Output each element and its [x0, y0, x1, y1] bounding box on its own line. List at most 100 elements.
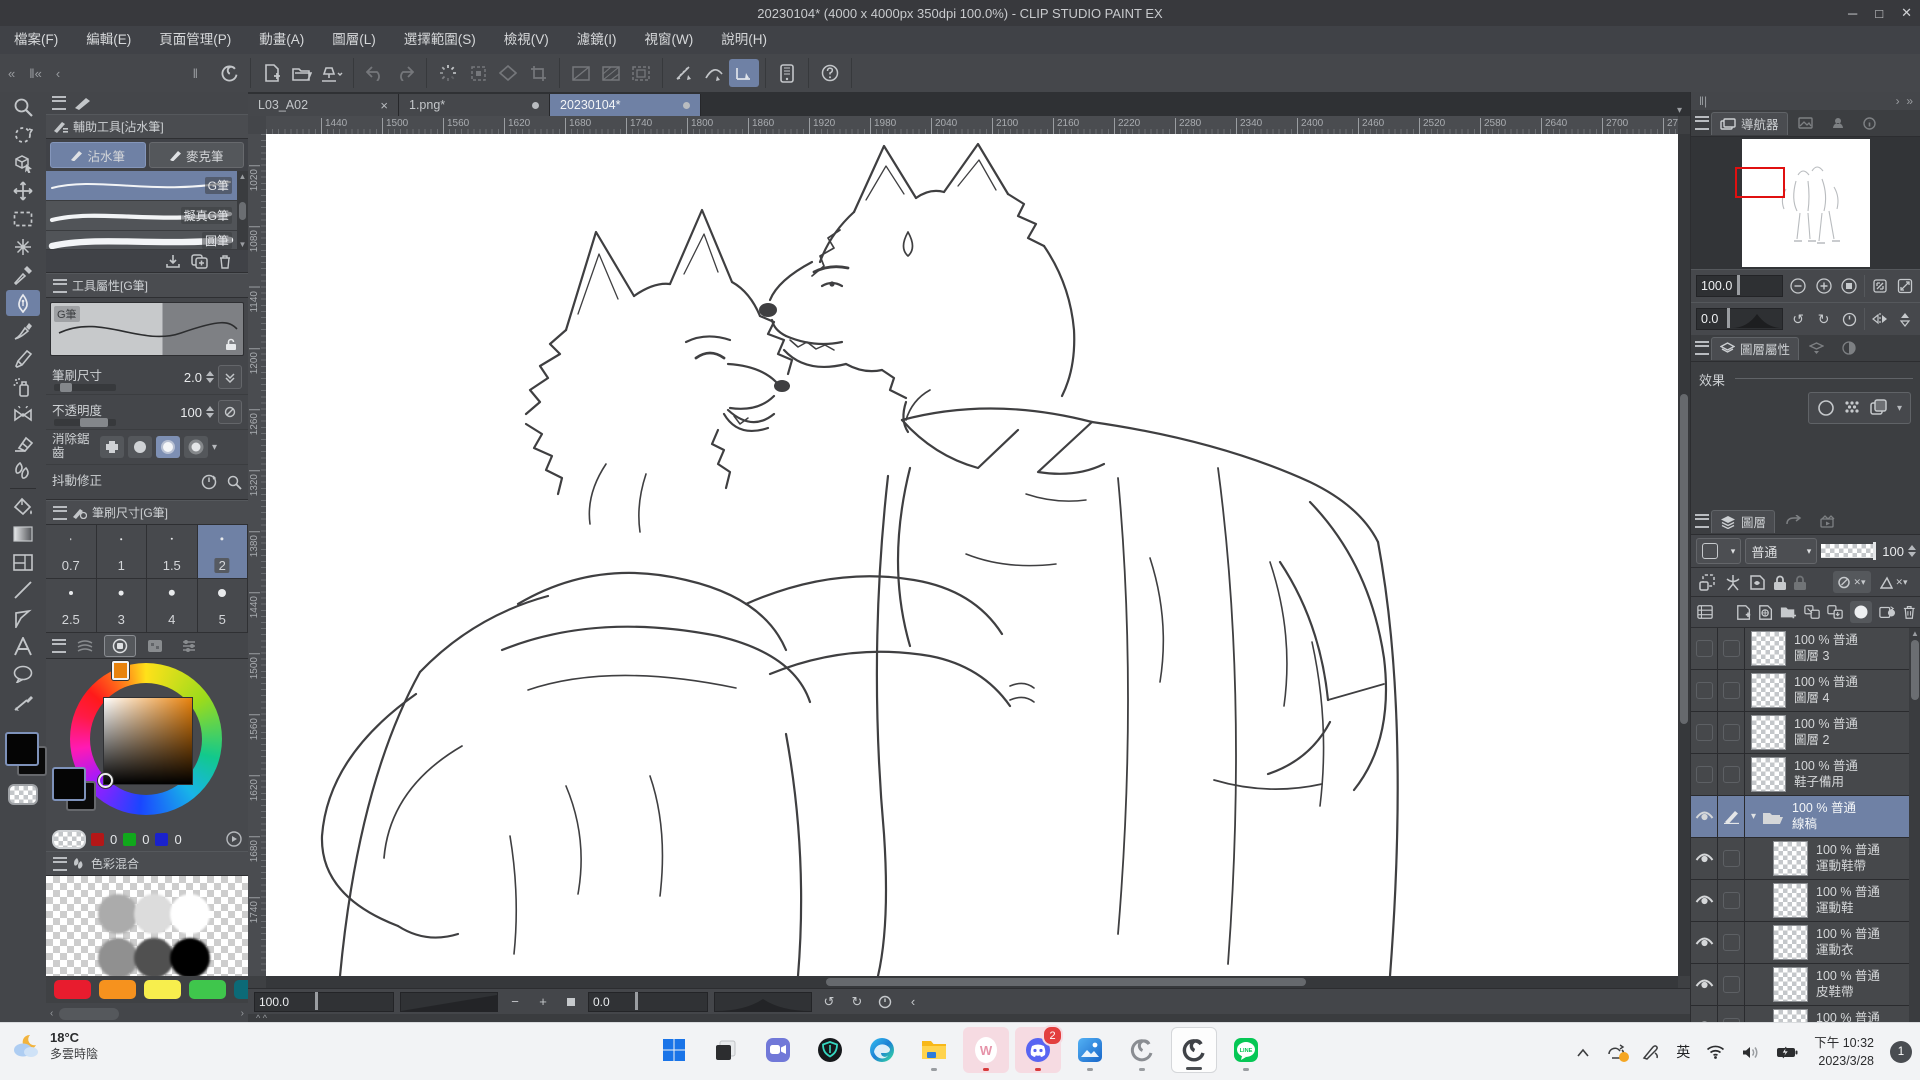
titlebar[interactable]: 20230104* (4000 x 4000px 350dpi 100.0%) … [0, 0, 1920, 26]
layer-edit-cell[interactable] [1718, 922, 1745, 963]
snap-special-button[interactable] [729, 59, 759, 87]
snap-curve-button[interactable] [699, 59, 729, 87]
move-tool[interactable] [6, 178, 40, 204]
transparent-color-swatch[interactable] [8, 784, 38, 805]
layer-visibility-cell[interactable] [1691, 796, 1718, 837]
rotate-cw-icon[interactable]: ↻ [846, 992, 868, 1012]
brush-size-option[interactable]: 4 [147, 579, 198, 633]
horizontal-scrollbar[interactable] [266, 976, 1678, 988]
visibility-checkbox[interactable] [1696, 724, 1713, 741]
brush-size-spinner[interactable] [206, 371, 214, 383]
layer-visibility-cell[interactable] [1691, 1006, 1718, 1022]
brush-stroke-preview[interactable]: G筆 [50, 302, 244, 356]
color-history-tab[interactable] [70, 636, 100, 656]
tone-effect-icon[interactable] [1843, 399, 1861, 417]
color-slider-tab[interactable] [174, 636, 204, 656]
nav-fit-screen-icon[interactable] [1894, 274, 1916, 298]
mesh-button[interactable] [493, 59, 523, 87]
tab-edit-history-icon[interactable] [1777, 510, 1810, 532]
tab-item-bank-icon[interactable] [1823, 112, 1853, 134]
panel-collapse-controls[interactable]: «‖«‹‖ [0, 66, 208, 81]
new-raster-layer-icon[interactable] [1736, 604, 1751, 621]
zoom-input[interactable]: 100.0 [254, 992, 394, 1012]
draft-checkbox[interactable] [1723, 766, 1740, 783]
mix-color-blob[interactable] [98, 894, 138, 934]
visibility-checkbox[interactable] [1696, 682, 1713, 699]
layer-row[interactable]: 100 % 普通鞋子備用 [1691, 754, 1920, 796]
import-subtool-icon[interactable] [165, 254, 181, 269]
layer-edit-cell[interactable] [1718, 712, 1745, 753]
scroll-right-icon[interactable]: › [241, 1008, 244, 1019]
brush-size-slider[interactable] [54, 384, 116, 391]
wifi-icon[interactable] [1706, 1045, 1725, 1059]
layer-thumbnail[interactable] [1773, 841, 1808, 876]
nav-zoom-in-icon[interactable] [1813, 274, 1835, 298]
eraser-tool[interactable] [6, 430, 40, 456]
tab-subview-icon[interactable] [1790, 112, 1821, 134]
nav-rotate-cw-icon[interactable]: ↻ [1813, 307, 1835, 331]
border-effect-icon[interactable] [1817, 399, 1835, 417]
panel-menu-icon[interactable] [53, 506, 67, 520]
antialias-expand-icon[interactable]: ▾ [212, 442, 217, 453]
hue-marker[interactable] [112, 661, 129, 680]
layer-scrollbar[interactable]: ▲ ▼ [1909, 628, 1920, 1022]
onion-skin-icon[interactable] [1724, 574, 1742, 591]
create-layer-mask-icon[interactable] [1850, 601, 1871, 623]
pen-settings-icon[interactable] [1642, 1044, 1660, 1060]
layer-edit-cell[interactable] [1718, 754, 1745, 795]
menu-item[interactable]: 說明(H) [707, 26, 781, 54]
redo-button[interactable] [390, 59, 420, 87]
rgb-G-swatch[interactable] [123, 833, 136, 846]
layer-thumbnail[interactable] [1751, 757, 1786, 792]
layer-visibility-cell[interactable] [1691, 838, 1718, 879]
polyline-tool[interactable] [6, 605, 40, 631]
brush-size-option[interactable]: 2.5 [46, 579, 97, 633]
menu-item[interactable]: 圖層(L) [318, 26, 390, 54]
blend-tool[interactable] [6, 458, 40, 484]
navigator-view-rectangle[interactable] [1735, 167, 1785, 198]
search-settings-icon[interactable] [227, 475, 242, 490]
transfer-to-layer-icon[interactable] [1804, 604, 1820, 620]
panel-menu-icon[interactable] [52, 96, 66, 110]
minimize-button[interactable]: ─ [1848, 6, 1857, 21]
taskbar-app-start[interactable] [651, 1027, 697, 1073]
antialias-none-option[interactable] [100, 436, 124, 458]
layer-thumbnail[interactable] [1751, 673, 1786, 708]
marquee-tool[interactable] [6, 206, 40, 232]
taskbar-app-line[interactable]: LINE [1223, 1027, 1269, 1073]
tab-information-icon[interactable] [1855, 112, 1884, 134]
draft-checkbox[interactable] [1723, 640, 1740, 657]
main-color-swatch[interactable] [52, 767, 86, 801]
collapse-status-icon[interactable]: ‹ [902, 992, 924, 1012]
layer-visibility-cell[interactable] [1691, 880, 1718, 921]
volume-icon[interactable] [1741, 1045, 1760, 1060]
select-2-button[interactable] [596, 59, 626, 87]
lock-alpha-icon[interactable] [1793, 574, 1807, 591]
opacity-effect-button[interactable] [218, 400, 242, 424]
mix-color-blob[interactable] [170, 938, 210, 976]
csp-logo-button[interactable] [214, 59, 244, 87]
panel-menu-icon[interactable] [1695, 116, 1709, 130]
color-wheel-tab[interactable] [104, 635, 136, 657]
tab-layer-search-icon[interactable] [1801, 337, 1832, 359]
auto-select-tool[interactable] [6, 234, 40, 260]
draft-checkbox[interactable] [1723, 976, 1740, 993]
undo-button[interactable] [360, 59, 390, 87]
layer-row[interactable]: 100 % 普通運動鞋 [1691, 880, 1920, 922]
taskbar-app-explorer[interactable] [911, 1027, 957, 1073]
scroll-left-icon[interactable]: ‹ [50, 1008, 53, 1019]
pen-group-tab-icon[interactable] [72, 96, 94, 110]
lock-transparent-icon[interactable] [1748, 574, 1767, 591]
tab-layers[interactable]: 圖層 [1711, 510, 1775, 533]
draft-checkbox[interactable] [1723, 850, 1740, 867]
layer-visibility-cell[interactable] [1691, 628, 1718, 669]
brush-size-option[interactable]: 0.7 [46, 525, 97, 579]
clock[interactable]: 下午 10:32 2023/3/28 [1814, 1034, 1874, 1070]
processing-button[interactable] [433, 59, 463, 87]
layer-thumbnail[interactable] [1773, 883, 1808, 918]
mix-swatch[interactable] [234, 980, 249, 999]
delete-layer-icon[interactable] [1903, 604, 1915, 620]
brush-size-option[interactable]: 3 [97, 579, 148, 633]
gradient-tool[interactable] [6, 521, 40, 547]
navigator-preview[interactable] [1691, 137, 1920, 269]
